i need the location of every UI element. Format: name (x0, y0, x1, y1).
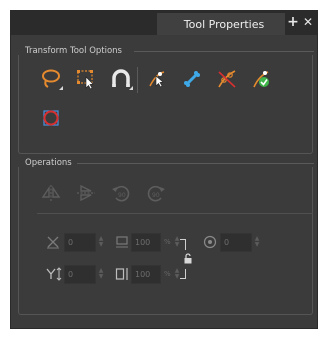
rotate-ccw-90-button[interactable]: 90 (109, 182, 133, 204)
lock-icon[interactable] (182, 252, 194, 264)
height-unit: % (164, 270, 171, 278)
flip-mode-button[interactable] (250, 67, 274, 91)
bone-icon (184, 71, 200, 87)
flip-mode-icon (253, 71, 269, 88)
y-spinner[interactable]: ▲ ▼ (98, 268, 104, 280)
no-selection-icon (43, 110, 59, 126)
hide-controls-icon (218, 70, 236, 88)
lock-bracket-top (180, 239, 186, 250)
rotate-cw-icon: 90 (147, 185, 165, 202)
select-peg-icon (149, 71, 165, 88)
section-divider (77, 163, 314, 164)
lock-bracket-bottom (180, 269, 186, 279)
no-selection-button[interactable] (39, 106, 63, 130)
y-position-field[interactable]: 0 (64, 265, 96, 284)
angle-spinner[interactable]: ▲ ▼ (254, 236, 260, 248)
peg-selection-mode-button[interactable] (145, 67, 169, 91)
bounding-box-select-button[interactable] (74, 67, 98, 91)
lasso-select-button[interactable] (39, 67, 63, 91)
add-view-button[interactable]: + (286, 14, 300, 30)
bone-mode-button[interactable] (180, 67, 204, 91)
rotate-cw-90-button[interactable]: 90 (144, 182, 168, 204)
angle-icon (202, 234, 218, 250)
x-spinner[interactable]: ▲ ▼ (98, 236, 104, 248)
panel-tab-bar: Tool Properties + ✕ (11, 11, 317, 35)
height-icon (114, 266, 130, 282)
flip-horizontal-button[interactable] (39, 182, 63, 204)
width-field[interactable]: 100 (131, 233, 161, 252)
x-position-field[interactable]: 0 (64, 233, 96, 252)
rotate-ccw-icon: 90 (112, 185, 130, 202)
height-field[interactable]: 100 (131, 265, 161, 284)
bounding-box-icon (77, 70, 94, 90)
operations-divider (37, 213, 313, 214)
toolbar-separator (137, 67, 138, 93)
flip-vertical-button[interactable] (74, 182, 98, 204)
angle-field[interactable]: 0 (220, 233, 252, 252)
hide-manipulator-controls-button[interactable] (215, 67, 239, 91)
y-position-icon (45, 266, 63, 282)
menu-triangle-icon (129, 86, 133, 90)
svg-text:90: 90 (152, 192, 160, 199)
flip-vertical-icon (77, 184, 95, 202)
x-position-icon (45, 234, 61, 250)
flip-horizontal-icon (41, 185, 61, 201)
snap-magnet-button[interactable] (109, 67, 133, 91)
close-view-button[interactable]: ✕ (301, 14, 315, 30)
section-divider (134, 51, 314, 52)
width-unit: % (164, 238, 171, 246)
svg-text:90: 90 (118, 192, 126, 199)
menu-triangle-icon (59, 86, 63, 90)
tool-properties-panel: Tool Properties + ✕ Transform Tool Optio… (10, 10, 318, 329)
width-icon (114, 234, 130, 250)
tab-tool-properties[interactable]: Tool Properties (157, 13, 285, 35)
